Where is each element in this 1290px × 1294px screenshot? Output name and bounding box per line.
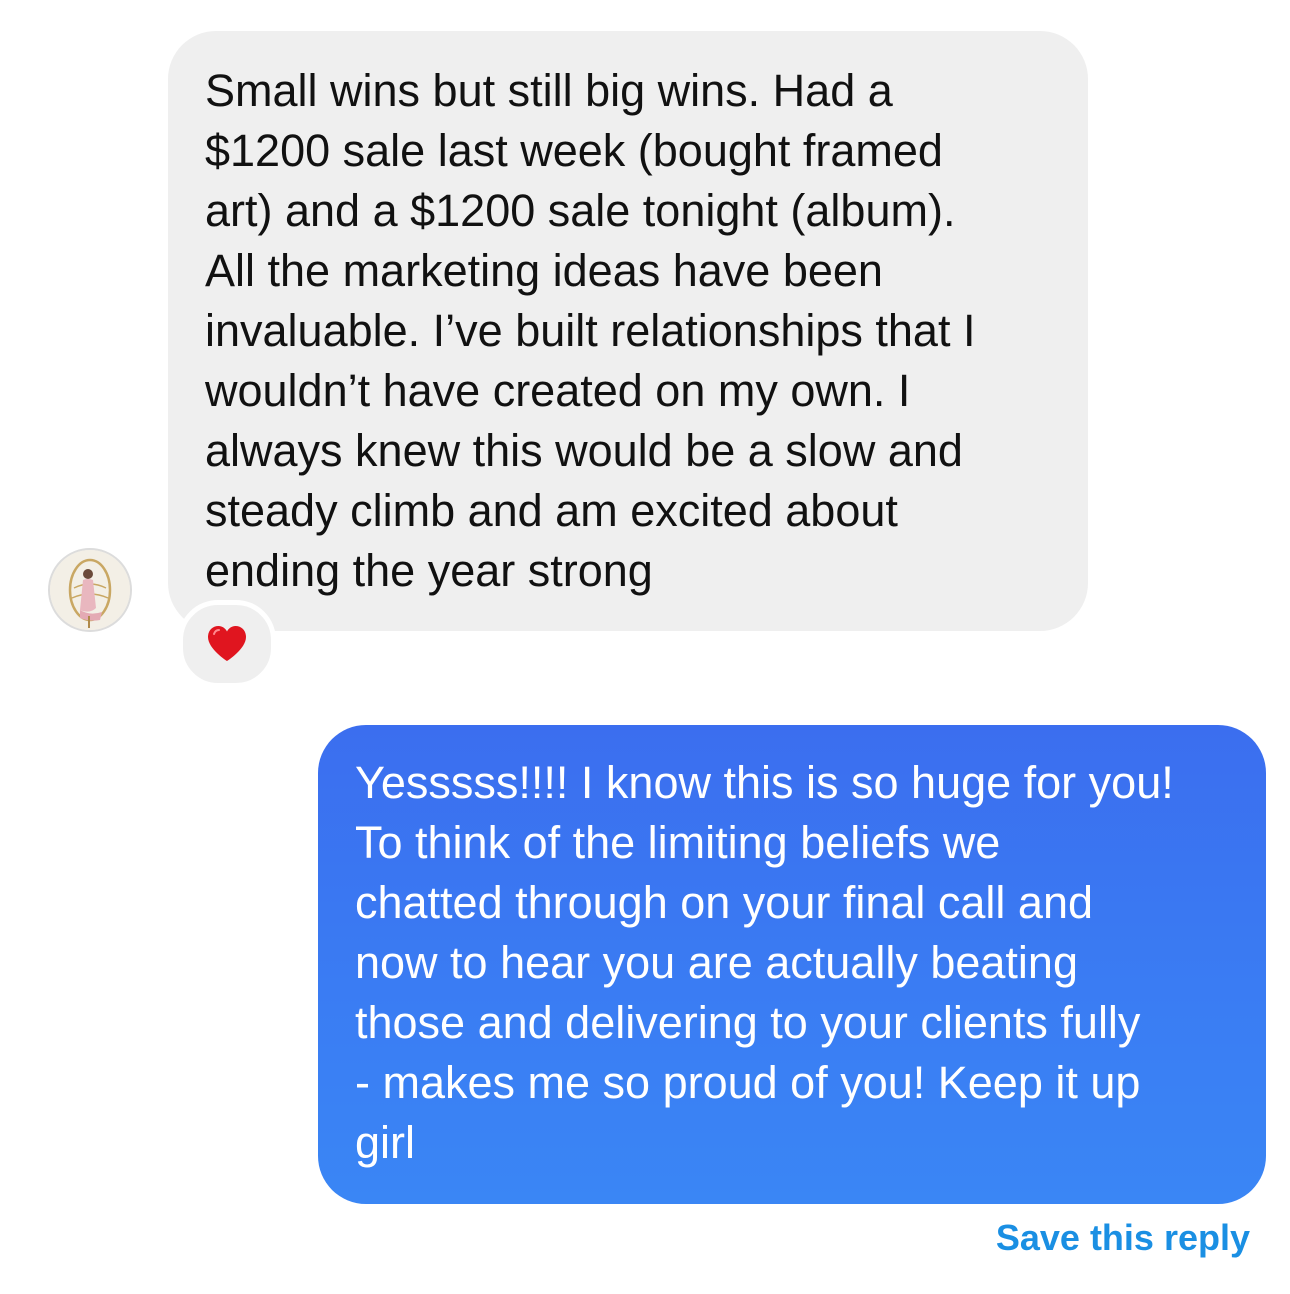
red-heart-icon <box>208 626 246 661</box>
message-line: To think of the limiting beliefs we <box>355 817 1001 868</box>
message-line: Small wins but still big wins. Had a <box>205 65 893 116</box>
sender-avatar[interactable] <box>48 548 132 632</box>
message-line: ending the year strong <box>205 545 653 596</box>
message-line: wouldn’t have created on my own. I <box>205 365 911 416</box>
message-line: $1200 sale last week (bought framed <box>205 125 943 176</box>
incoming-message-bubble[interactable]: Small wins but still big wins. Had a $12… <box>168 31 1088 631</box>
message-line: now to hear you are actually beating <box>355 937 1078 988</box>
message-line: steady climb and am excited about <box>205 485 898 536</box>
message-line: Yesssss!!!! I know this is so huge for y… <box>355 757 1174 808</box>
message-line: girl <box>355 1117 416 1168</box>
message-line: All the marketing ideas have been <box>205 245 883 296</box>
message-line: chatted through on your final call and <box>355 877 1093 928</box>
message-line: those and delivering to your clients ful… <box>355 997 1141 1048</box>
user-avatar-photo-icon <box>50 550 130 630</box>
message-line: - makes me so proud of you! Keep it up <box>355 1057 1141 1108</box>
message-thread: Small wins but still big wins. Had a $12… <box>0 0 1290 1294</box>
message-line: always knew this would be a slow and <box>205 425 963 476</box>
message-line: art) and a $1200 sale tonight (album). <box>205 185 956 236</box>
message-line: invaluable. I’ve built relationships tha… <box>205 305 976 356</box>
outgoing-message-bubble[interactable]: Yesssss!!!! I know this is so huge for y… <box>318 725 1266 1204</box>
save-reply-link[interactable]: Save this reply <box>996 1215 1250 1261</box>
heart-reaction[interactable] <box>178 600 276 688</box>
